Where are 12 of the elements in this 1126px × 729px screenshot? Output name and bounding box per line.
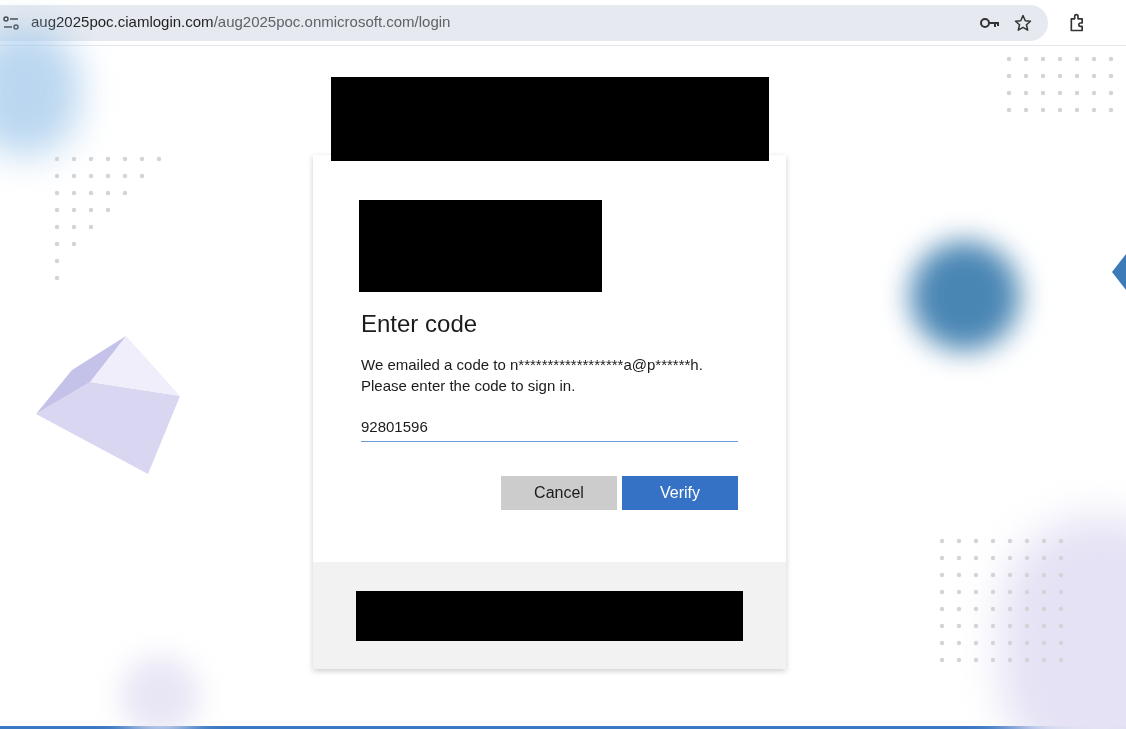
code-input-field[interactable]: 92801596 <box>361 411 738 442</box>
address-bar[interactable]: aug2025poc.ciamlogin.com/aug2025poc.onmicrosoft.com/login <box>0 4 1048 41</box>
star-icon[interactable] <box>1014 13 1032 32</box>
key-icon[interactable] <box>980 16 1000 29</box>
side-tab-arrow-icon <box>1112 254 1126 290</box>
url-host: aug2025poc.ciamlogin.com <box>31 12 214 33</box>
instruction-text: We emailed a code to n******************a@p******h. Please enter the code to sign in. <box>361 355 704 396</box>
url-path: /aug2025poc.onmicrosoft.com/login <box>213 12 451 33</box>
cancel-button[interactable]: Cancel <box>501 476 617 510</box>
verify-button[interactable]: Verify <box>622 476 738 510</box>
dialog-title: Enter code <box>361 309 479 339</box>
site-settings-icon[interactable] <box>3 15 19 30</box>
